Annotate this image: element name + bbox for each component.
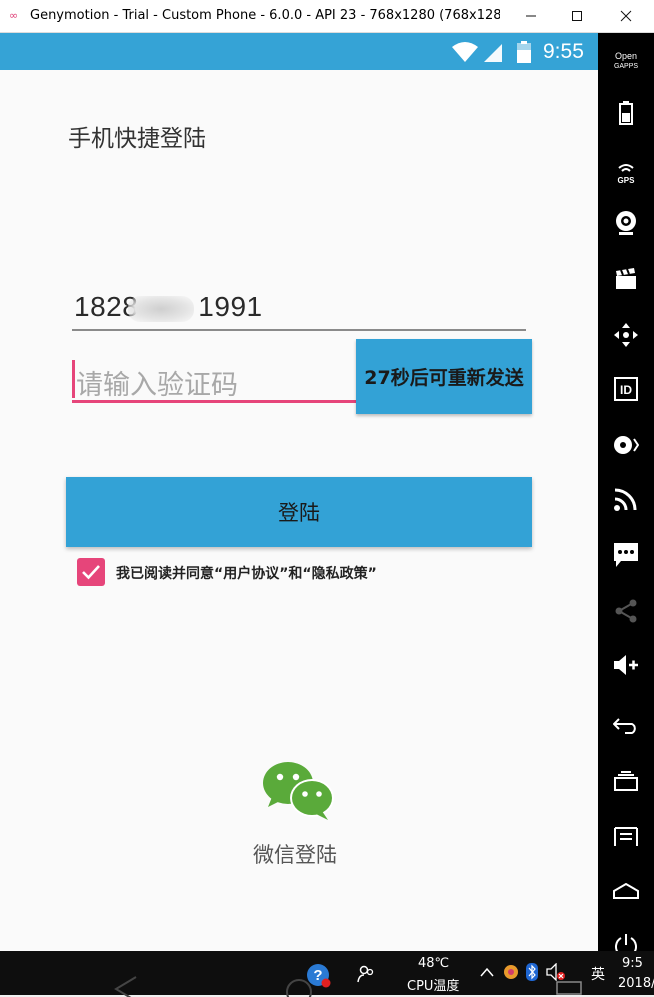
- text-cursor: [72, 360, 75, 398]
- checkmark-icon: [82, 565, 100, 580]
- sms-button[interactable]: [598, 535, 654, 575]
- opengapps-label-2: GAPPS: [613, 62, 639, 70]
- verification-code-input[interactable]: 请输入验证码: [72, 358, 356, 403]
- clock-time[interactable]: 9:5: [622, 956, 643, 971]
- cast-icon: [614, 488, 637, 511]
- network-icon[interactable]: [556, 981, 582, 995]
- volume-up-button[interactable]: [598, 645, 654, 685]
- sms-icon: [614, 543, 638, 567]
- code-placeholder: 请输入验证码: [76, 370, 238, 401]
- android-status-bar: 9:55: [0, 33, 598, 70]
- menu-icon: [614, 827, 638, 846]
- media-button[interactable]: [598, 425, 654, 465]
- media-icon: [614, 436, 639, 454]
- agree-text[interactable]: 我已阅读并同意“用户协议”和“隐私政策”: [116, 563, 377, 583]
- recent-apps-icon: [614, 771, 638, 791]
- status-time: 9:55: [543, 40, 584, 63]
- opengapps-button[interactable]: Open GAPPS: [598, 41, 654, 81]
- battery-button[interactable]: [598, 93, 654, 133]
- recent-apps-button[interactable]: [598, 761, 654, 801]
- agree-checkbox[interactable]: [77, 558, 105, 586]
- cast-button[interactable]: [598, 479, 654, 519]
- close-icon: [620, 10, 632, 22]
- page-title: 手机快捷登陆: [68, 126, 206, 152]
- id-icon: ID: [614, 377, 638, 401]
- back-button[interactable]: [598, 705, 654, 745]
- wechat-icon[interactable]: [262, 761, 336, 823]
- android-back-ghost-icon: [114, 976, 137, 997]
- camera-button[interactable]: [598, 203, 654, 243]
- opengapps-icon: Open GAPPS: [613, 50, 639, 71]
- device-id-button[interactable]: ID: [598, 369, 654, 409]
- wifi-icon: [452, 42, 478, 62]
- bluetooth-icon[interactable]: [526, 963, 538, 981]
- clapperboard-icon: [616, 268, 636, 289]
- close-button[interactable]: [603, 0, 649, 32]
- home-button[interactable]: [598, 871, 654, 911]
- clock-date[interactable]: 2018/: [618, 976, 654, 991]
- move-button[interactable]: [598, 315, 654, 355]
- signal-icon: [484, 44, 502, 62]
- phone-number-input[interactable]: 1828 1991: [72, 291, 526, 331]
- resend-code-button[interactable]: 27秒后可重新发送: [356, 339, 532, 414]
- capture-button[interactable]: [598, 259, 654, 299]
- minimize-button[interactable]: [508, 0, 554, 32]
- camera-icon: [616, 211, 636, 235]
- speaker-muted-icon[interactable]: [546, 963, 566, 981]
- back-icon: [613, 718, 636, 734]
- login-button[interactable]: 登陆: [66, 477, 532, 547]
- ime-indicator[interactable]: 英: [591, 964, 605, 984]
- minimize-icon: [526, 15, 536, 17]
- home-icon: [613, 883, 639, 899]
- id-label: ID: [620, 383, 632, 397]
- opengapps-label-1: Open: [614, 50, 638, 61]
- chevron-up-icon[interactable]: [480, 967, 494, 977]
- battery-icon: [619, 101, 633, 125]
- battery-icon: [517, 41, 531, 63]
- windows-taskbar: ? 48℃ CPU温度 英 9:5 2018/: [0, 951, 654, 997]
- window-titlebar: ∞ Genymotion - Trial - Custom Phone - 6.…: [0, 0, 654, 33]
- move-icon: [614, 323, 638, 347]
- help-icon[interactable]: ?: [305, 962, 331, 988]
- app-tray-icon[interactable]: [502, 963, 520, 981]
- share-icon: [615, 599, 637, 623]
- gps-label: GPS: [618, 176, 636, 185]
- cpu-temp: 48℃: [418, 956, 450, 971]
- wechat-login-label[interactable]: 微信登陆: [253, 839, 337, 869]
- window-title: Genymotion - Trial - Custom Phone - 6.0.…: [30, 8, 500, 23]
- genymotion-logo-icon: ∞: [9, 9, 19, 22]
- menu-button[interactable]: [598, 817, 654, 857]
- volume-up-icon: [614, 655, 638, 675]
- redaction-blur: [128, 296, 194, 322]
- gps-icon: GPS: [618, 164, 636, 185]
- phone-screen: 9:55 手机快捷登陆 1828 1991 请输入验证码 27秒后可重新发送 登陆…: [0, 33, 598, 951]
- people-icon[interactable]: [356, 964, 376, 984]
- cpu-temp-label: CPU温度: [407, 979, 460, 994]
- svg-text:?: ?: [313, 967, 322, 984]
- gps-button[interactable]: GPS: [598, 153, 654, 193]
- maximize-button[interactable]: [554, 0, 600, 32]
- share-button[interactable]: [598, 591, 654, 631]
- genymotion-toolbar: Open GAPPS GPS ID: [598, 33, 654, 957]
- maximize-icon: [572, 11, 582, 21]
